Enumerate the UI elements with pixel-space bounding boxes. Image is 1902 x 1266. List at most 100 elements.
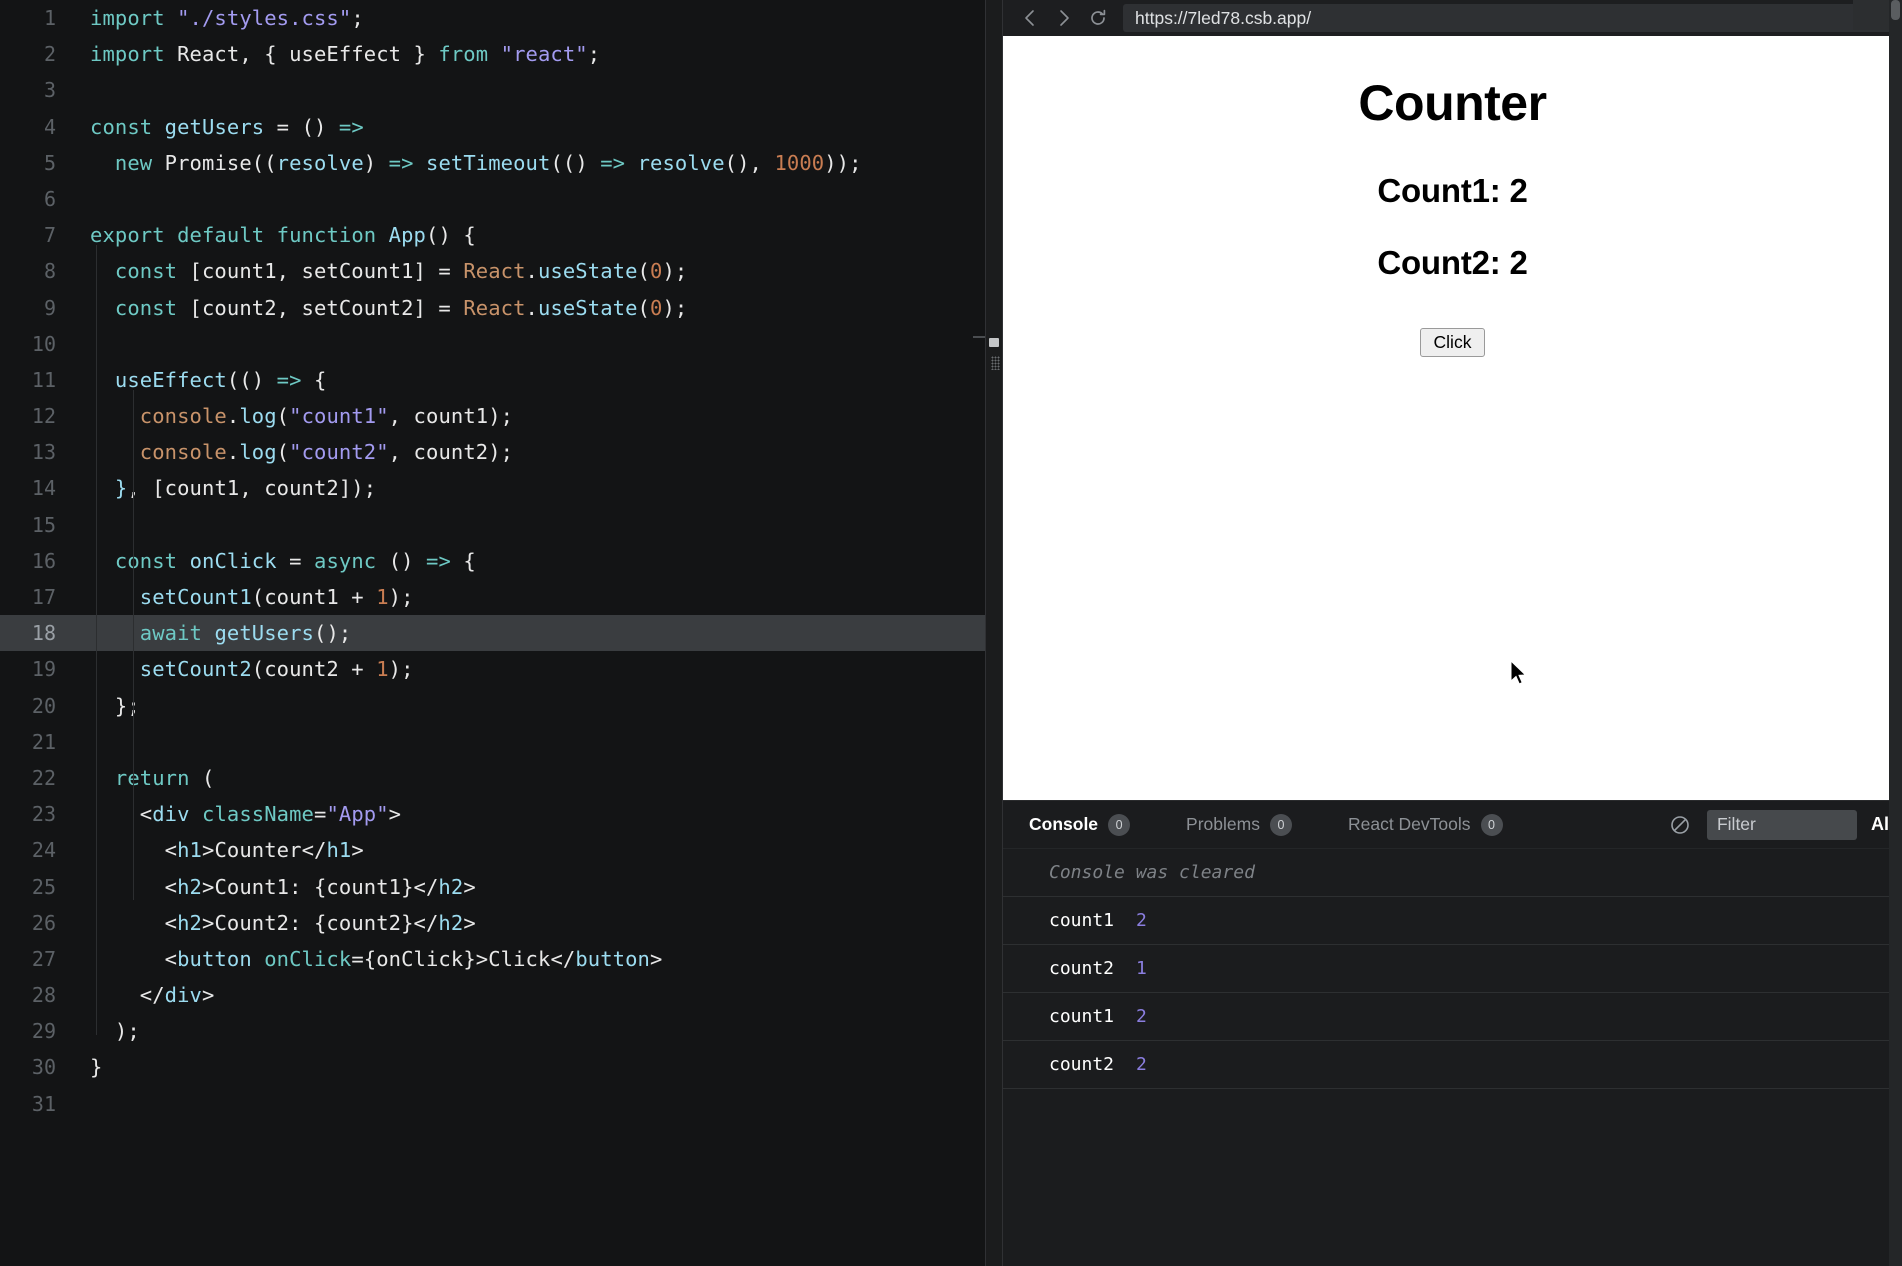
line-content: import "./styles.css"; (90, 6, 364, 30)
code-line[interactable]: 16 const onClick = async () => { (0, 543, 985, 579)
window-scrollbar[interactable] (1889, 0, 1902, 1266)
line-number: 8 (43, 259, 56, 284)
line-number: 26 (31, 910, 56, 935)
console-tab-bar: Console 0 Problems 0 React DevTools 0 All (1003, 801, 1902, 849)
code-line[interactable]: 6 (0, 181, 985, 217)
tab-badge: 0 (1480, 813, 1503, 836)
line-content: const onClick = async () => { (114, 548, 476, 573)
code-line[interactable]: 13 console.log("count2", count2); (0, 434, 985, 470)
line-number: 25 (31, 874, 56, 899)
log-value: 2 (1136, 1054, 1147, 1075)
app-preview-frame[interactable]: Counter Count1: 2 Count2: 2 Click (1003, 36, 1902, 800)
code-line[interactable]: 19 setCount2(count2 + 1); (0, 651, 985, 687)
code-line[interactable]: 7 export default function App() { (0, 217, 985, 253)
line-number: 12 (31, 404, 56, 429)
line-content: return ( (114, 765, 215, 790)
line-number: 16 (31, 548, 56, 573)
line-number: 6 (43, 186, 56, 211)
log-label: count2 (1049, 1054, 1115, 1075)
code-line[interactable]: 10 (0, 326, 985, 362)
line-number: 14 (31, 476, 56, 501)
preview-pane: https://7led78.csb.app/ Counter Count1: … (1003, 0, 1902, 1266)
line-number: 20 (31, 693, 56, 718)
code-line[interactable]: 27 <button onClick={onClick}>Click</butt… (0, 941, 985, 977)
console-log-row[interactable]: count1 2 (1003, 993, 1902, 1041)
filter-input[interactable] (1706, 809, 1857, 840)
line-content: console.log("count2", count2); (139, 440, 514, 465)
line-number: 18 (31, 621, 56, 646)
line-number: 21 (31, 729, 56, 754)
line-content: ); (90, 1019, 140, 1044)
log-value: 2 (1136, 910, 1147, 931)
code-lines-container[interactable]: 1 import "./styles.css"; 2 import React, { … (0, 0, 985, 1122)
line-number: 5 (43, 150, 56, 175)
scrollbar-thumb[interactable] (1891, 0, 1900, 20)
code-line[interactable]: 15 (0, 507, 985, 543)
code-line[interactable]: 3 (0, 72, 985, 108)
line-content: <h2>Count1: {count1}</h2> (164, 874, 476, 899)
code-line[interactable]: 30} (0, 1049, 985, 1085)
tab-label: Problems (1186, 814, 1260, 834)
code-line[interactable]: 4 const getUsers = () => (0, 109, 985, 145)
code-line[interactable]: 25 <h2>Count1: {count1}</h2> (0, 869, 985, 905)
mouse-cursor-icon (1510, 660, 1527, 685)
code-line[interactable]: 26 <h2>Count2: {count2}</h2> (0, 905, 985, 941)
code-line[interactable]: 28 </div> (0, 977, 985, 1013)
codesandbox-window: 1 import "./styles.css"; 2 import React, { … (0, 0, 1902, 1266)
log-value: 2 (1136, 1006, 1147, 1027)
forward-button[interactable] (1047, 1, 1081, 35)
console-log-row[interactable]: count2 2 (1003, 1041, 1902, 1089)
console-output[interactable]: Console was cleared count1 2 count2 1 count1 2… (1003, 849, 1902, 1266)
line-content: export default function App() { (90, 223, 476, 248)
line-number: 1 (43, 6, 56, 30)
tab-react-devtools[interactable]: React DevTools 0 (1348, 813, 1503, 836)
code-line[interactable]: 14 }, [count1, count2]); (0, 470, 985, 506)
line-content: await getUsers(); (139, 621, 352, 646)
code-line[interactable]: 29 ); (0, 1013, 985, 1049)
code-line[interactable]: 18 await getUsers(); (0, 615, 985, 652)
line-number: 28 (31, 983, 56, 1008)
code-line[interactable]: 31 (0, 1086, 985, 1122)
console-log-row[interactable]: count1 2 (1003, 897, 1902, 945)
click-button[interactable]: Click (1419, 328, 1486, 357)
splitter-grip-icon[interactable] (991, 356, 1000, 370)
line-number: 29 (31, 1019, 56, 1044)
line-content: const getUsers = () => (90, 114, 364, 139)
count2-display: Count2: 2 (1377, 244, 1528, 281)
code-editor-pane[interactable]: 1 import "./styles.css"; 2 import React, { … (0, 0, 985, 1266)
code-line[interactable]: 22 return ( (0, 760, 985, 796)
code-line[interactable]: 23 <div className="App"> (0, 796, 985, 832)
line-content: const [count2, setCount2] = React.useSta… (114, 295, 688, 320)
code-line[interactable]: 17 setCount1(count1 + 1); (0, 579, 985, 615)
line-number: 11 (31, 367, 56, 392)
line-content: import React, { useEffect } from "react"… (90, 42, 601, 67)
url-bar[interactable]: https://7led78.csb.app/ (1123, 4, 1902, 32)
log-label: count2 (1049, 958, 1115, 979)
code-line[interactable]: 21 (0, 724, 985, 760)
console-log-row[interactable]: count2 1 (1003, 945, 1902, 993)
code-line[interactable]: 2 import React, { useEffect } from "react… (0, 36, 985, 72)
back-button[interactable] (1013, 1, 1047, 35)
pane-splitter[interactable] (985, 0, 1003, 1266)
code-line[interactable]: 1 import "./styles.css"; (0, 0, 985, 36)
console-cleared-message: Console was cleared (1003, 849, 1902, 897)
code-line[interactable]: 11 useEffect(() => { (0, 362, 985, 398)
code-line[interactable]: 24 <h1>Counter</h1> (0, 832, 985, 868)
code-line[interactable]: 20 }; (0, 688, 985, 724)
tab-console[interactable]: Console 0 (1029, 813, 1131, 836)
line-content: <h2>Count2: {count2}</h2> (90, 910, 476, 935)
reload-button[interactable] (1081, 1, 1115, 35)
code-line[interactable]: 5 new Promise((resolve) => setTimeout(()… (0, 145, 985, 181)
clear-console-icon[interactable] (1667, 812, 1693, 838)
tab-badge: 0 (1269, 813, 1292, 836)
tab-problems[interactable]: Problems 0 (1186, 813, 1292, 836)
line-number: 31 (31, 1091, 56, 1116)
line-number: 30 (31, 1055, 56, 1080)
tab-badge: 0 (1108, 813, 1131, 836)
splitter-bar[interactable] (989, 338, 999, 347)
code-line[interactable]: 12 console.log("count1", count1); (0, 398, 985, 434)
line-number: 24 (31, 838, 56, 863)
code-line[interactable]: 8 const [count1, setCount1] = React.useS… (0, 253, 985, 289)
chevron-left-icon (1025, 10, 1034, 26)
code-line[interactable]: 9 const [count2, setCount2] = React.useS… (0, 290, 985, 326)
